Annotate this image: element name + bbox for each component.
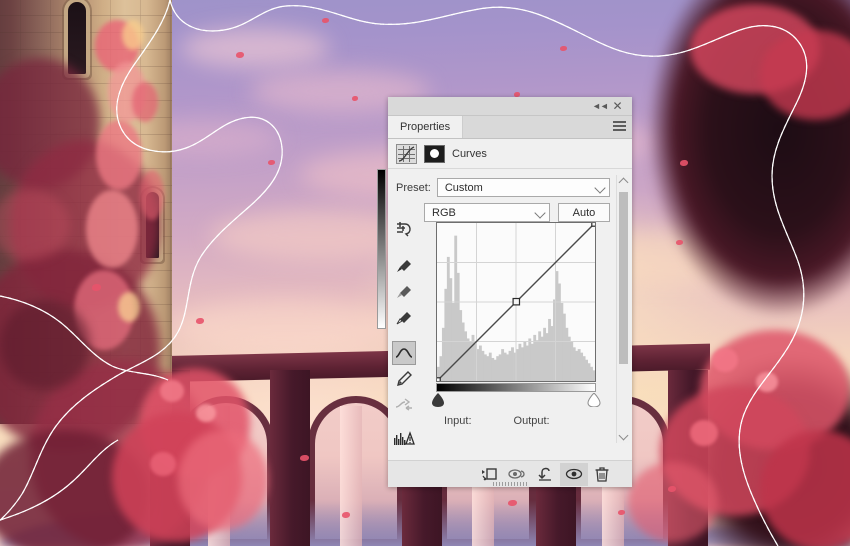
histogram-clipping-warning-icon[interactable] — [392, 427, 416, 451]
on-image-adjustment-tool-icon[interactable] — [392, 217, 416, 241]
panel-body: Preset: Custom RGB Auto Input: Output: — [377, 169, 632, 474]
output-gradient-bar — [377, 169, 386, 329]
curves-graph[interactable] — [436, 222, 596, 382]
scrollbar-thumb[interactable] — [619, 192, 628, 364]
collapse-to-icons-button[interactable]: ◄◄ — [592, 100, 609, 113]
black-point-eyedropper-icon[interactable] — [392, 255, 416, 279]
panel-vertical-scrollbar[interactable] — [616, 175, 630, 443]
scroll-up-arrow-icon[interactable] — [617, 175, 630, 188]
chevron-down-icon — [594, 182, 606, 194]
auto-button-label: Auto — [572, 206, 596, 219]
black-point-slider[interactable] — [431, 393, 445, 407]
scrollbar-track[interactable] — [617, 188, 630, 430]
tab-properties-label: Properties — [400, 121, 451, 133]
input-gradient-bar — [436, 383, 596, 392]
preset-value: Custom — [444, 181, 483, 194]
delete-adjustment-layer-button[interactable] — [588, 463, 616, 486]
tower-window-upper — [68, 2, 86, 74]
panel-tabbar[interactable]: Properties — [388, 116, 632, 139]
curve-point-tool-icon[interactable] — [392, 341, 416, 365]
adjustment-title: Curves — [452, 147, 487, 160]
scroll-down-arrow-icon[interactable] — [617, 430, 630, 443]
channel-dropdown[interactable]: RGB — [424, 203, 550, 222]
channel-row: RGB Auto — [388, 197, 632, 222]
reset-adjustment-button[interactable] — [532, 463, 560, 486]
white-point-eyedropper-icon[interactable] — [392, 307, 416, 331]
panel-menu-icon[interactable] — [613, 121, 626, 132]
chevron-down-icon — [534, 207, 546, 219]
output-label: Output: — [513, 415, 550, 427]
curves-graph-svg — [437, 223, 595, 381]
channel-value: RGB — [432, 206, 456, 219]
panel-footer[interactable] — [388, 460, 632, 487]
panel-titlebar[interactable]: ◄◄ ✕ — [388, 97, 632, 116]
io-readout: Input: Output: — [444, 415, 550, 427]
curves-adjustment-icon — [396, 143, 417, 164]
toggle-layer-visibility-button[interactable] — [560, 462, 588, 486]
layer-mask-thumbnail[interactable] — [424, 144, 445, 163]
panel-resize-grip[interactable] — [493, 482, 527, 486]
preset-row: Preset: Custom — [388, 169, 632, 197]
gray-point-eyedropper-icon[interactable] — [392, 281, 416, 305]
close-panel-button[interactable]: ✕ — [611, 100, 624, 113]
tab-properties[interactable]: Properties — [388, 116, 464, 138]
properties-panel[interactable]: ◄◄ ✕ Properties Curves Preset: Custom RG… — [377, 97, 632, 487]
auto-button[interactable]: Auto — [558, 203, 610, 222]
white-point-slider[interactable] — [587, 392, 601, 408]
pencil-draw-curve-icon[interactable] — [392, 367, 416, 391]
preset-dropdown[interactable]: Custom — [436, 178, 610, 197]
preset-label: Preset: — [396, 181, 431, 194]
adjustment-header: Curves — [388, 139, 632, 169]
smooth-curve-icon[interactable] — [392, 393, 416, 417]
input-label: Input: — [444, 415, 472, 427]
curves-toolbar[interactable] — [388, 193, 421, 453]
screenshot-canvas: ◄◄ ✕ Properties Curves Preset: Custom RG… — [0, 0, 850, 546]
